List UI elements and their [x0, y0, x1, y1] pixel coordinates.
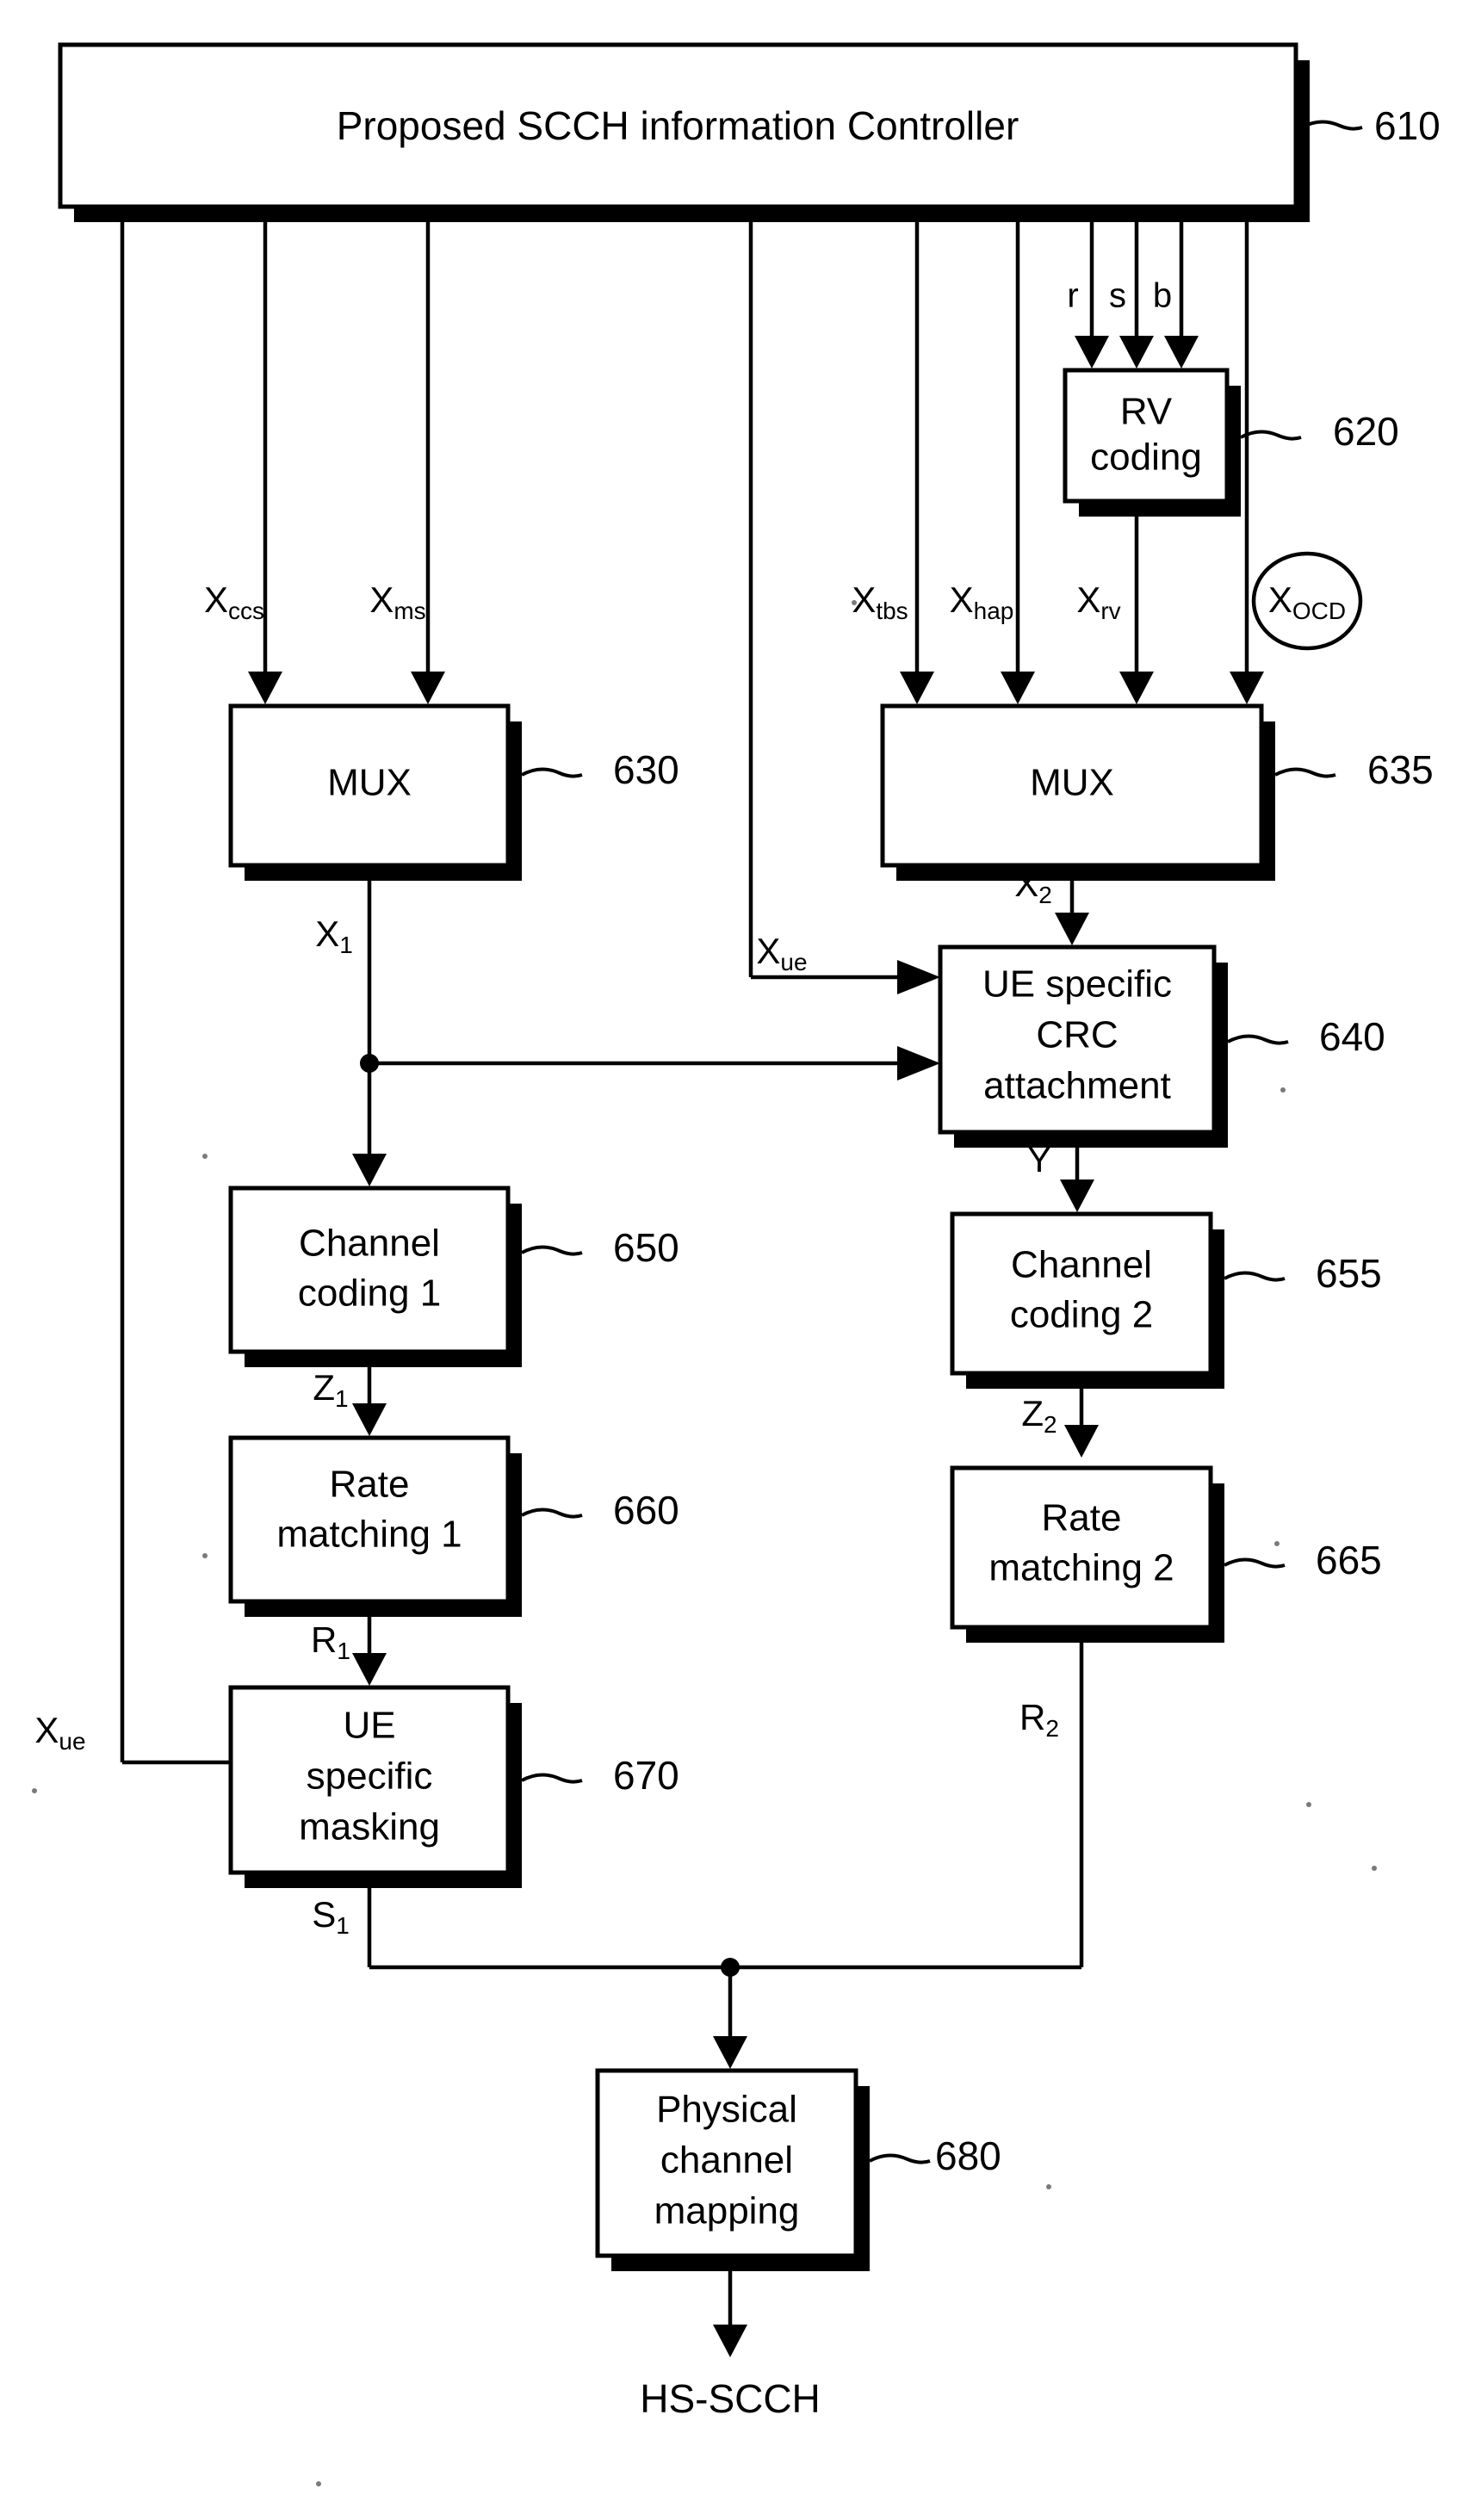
wire-merge-to-mapping: [713, 1958, 747, 2069]
wire-s1: [367, 1888, 1081, 1970]
rate-matching-2-label-line1: Rate: [1042, 1497, 1122, 1539]
phys-mapping-label-line2: channel: [660, 2139, 793, 2182]
channel-coding-2-label-line1: Channel: [1011, 1244, 1152, 1286]
ref-leader-640: 640: [1227, 1014, 1385, 1059]
block-controller[interactable]: Proposed SCCH information Controller: [58, 42, 1310, 222]
wire-x2: [1055, 881, 1089, 945]
ref-630: 630: [613, 747, 679, 792]
ref-680: 680: [935, 2133, 1001, 2178]
ref-640: 640: [1319, 1014, 1385, 1059]
arrow-rv-out: [1119, 672, 1154, 704]
block-rv-coding[interactable]: RV coding: [1063, 368, 1241, 517]
label-x-ocd-group: XOCD: [1251, 551, 1363, 651]
crc-label-line1: UE specific: [982, 963, 1172, 1006]
ref-leader-650: 650: [521, 1225, 679, 1270]
block-crc-attachment[interactable]: UE specific CRC attachment: [938, 944, 1228, 1148]
ref-635: 635: [1367, 747, 1434, 792]
label-x-ue-top: Xue: [756, 931, 807, 975]
rv-coding-label-line1: RV: [1120, 391, 1173, 433]
label-x-rv: Xrv: [1076, 579, 1120, 624]
block-ue-masking[interactable]: UE specific masking: [228, 1685, 522, 1888]
ue-masking-label-line1: UE: [343, 1705, 395, 1747]
ref-leader-620: 620: [1240, 409, 1399, 454]
mux-right-label: MUX: [1030, 762, 1114, 804]
ref-leader-670: 670: [521, 1753, 679, 1798]
label-x-ocd: XOCD: [1268, 579, 1346, 624]
label-r2: R2: [1019, 1697, 1059, 1742]
label-s1: S1: [312, 1894, 350, 1939]
channel-coding-1-label-line2: coding 1: [298, 1272, 441, 1315]
label-r1: R1: [311, 1619, 350, 1664]
block-rate-matching-1[interactable]: Rate matching 1: [228, 1435, 522, 1617]
block-channel-coding-2[interactable]: Channel coding 2: [950, 1211, 1224, 1389]
phys-mapping-label-line3: mapping: [654, 2190, 800, 2232]
block-channel-coding-1[interactable]: Channel coding 1: [228, 1186, 522, 1367]
channel-coding-2-label-line2: coding 2: [1010, 1294, 1153, 1336]
signal-s-label: s: [1109, 277, 1126, 315]
crc-label-line2: CRC: [1036, 1014, 1118, 1056]
ref-leader-630: 630: [521, 747, 679, 792]
label-output-hs-scch: HS-SCCH: [640, 2376, 821, 2421]
block-rate-matching-2[interactable]: Rate matching 2: [950, 1465, 1224, 1643]
label-x-ms: Xms: [369, 579, 425, 624]
label-x-ue-bottom: Xue: [34, 1710, 85, 1755]
ue-masking-label-line2: specific: [307, 1755, 433, 1798]
ref-610: 610: [1374, 103, 1441, 148]
patent-figure: Proposed SCCH information Controller 610: [0, 0, 1481, 2520]
ue-masking-label-line3: masking: [299, 1806, 440, 1848]
block-diagram-canvas: Proposed SCCH information Controller 610: [32, 42, 1441, 2486]
ref-665: 665: [1316, 1538, 1382, 1582]
wire-output: [713, 2271, 747, 2357]
ref-leader-660: 660: [521, 1488, 679, 1532]
mux-left-label: MUX: [327, 762, 412, 804]
ref-leader-610: 610: [1301, 103, 1441, 148]
controller-label: Proposed SCCH information Controller: [337, 103, 1019, 148]
ref-655: 655: [1316, 1251, 1382, 1296]
block-mux-left[interactable]: MUX: [228, 703, 522, 881]
signal-r-label: r: [1067, 277, 1078, 315]
ref-650: 650: [613, 1225, 679, 1270]
label-y: Y: [1027, 1139, 1051, 1180]
wire-z2: [1064, 1389, 1099, 1458]
label-z1: Z1: [313, 1367, 348, 1412]
ref-670: 670: [613, 1753, 679, 1798]
wire-z1: [352, 1367, 387, 1436]
label-x-hap: Xhap: [950, 579, 1014, 624]
phys-mapping-label-line1: Physical: [656, 2089, 797, 2131]
signal-labels-row: Xccs Xms Xtbs Xhap Xrv: [204, 579, 1121, 624]
label-x1: X1: [315, 913, 353, 958]
wire-x1: [352, 881, 940, 1186]
block-physical-channel-mapping[interactable]: Physical channel mapping: [595, 2068, 870, 2271]
label-x-tbs: Xtbs: [852, 579, 908, 624]
rate-matching-2-label-line2: matching 2: [988, 1547, 1174, 1589]
rv-coding-label-line2: coding: [1090, 437, 1202, 479]
label-x-ccs: Xccs: [204, 579, 264, 624]
ref-leader-665: 665: [1224, 1538, 1382, 1582]
ref-660: 660: [613, 1488, 679, 1532]
label-z2: Z2: [1021, 1393, 1057, 1438]
wire-r1: [352, 1617, 387, 1686]
rate-matching-1-label-line2: matching 1: [276, 1514, 462, 1556]
ref-leader-680: 680: [869, 2133, 1001, 2178]
ref-leader-635: 635: [1274, 747, 1434, 792]
channel-coding-1-label-line1: Channel: [299, 1223, 440, 1265]
ref-620: 620: [1333, 409, 1399, 454]
rate-matching-1-label-line1: Rate: [330, 1464, 410, 1506]
block-mux-right[interactable]: MUX: [880, 703, 1275, 881]
crc-label-line3: attachment: [983, 1065, 1171, 1107]
ref-leader-655: 655: [1224, 1251, 1382, 1296]
wire-y: [1060, 1148, 1094, 1212]
signal-b-label: b: [1153, 277, 1172, 315]
